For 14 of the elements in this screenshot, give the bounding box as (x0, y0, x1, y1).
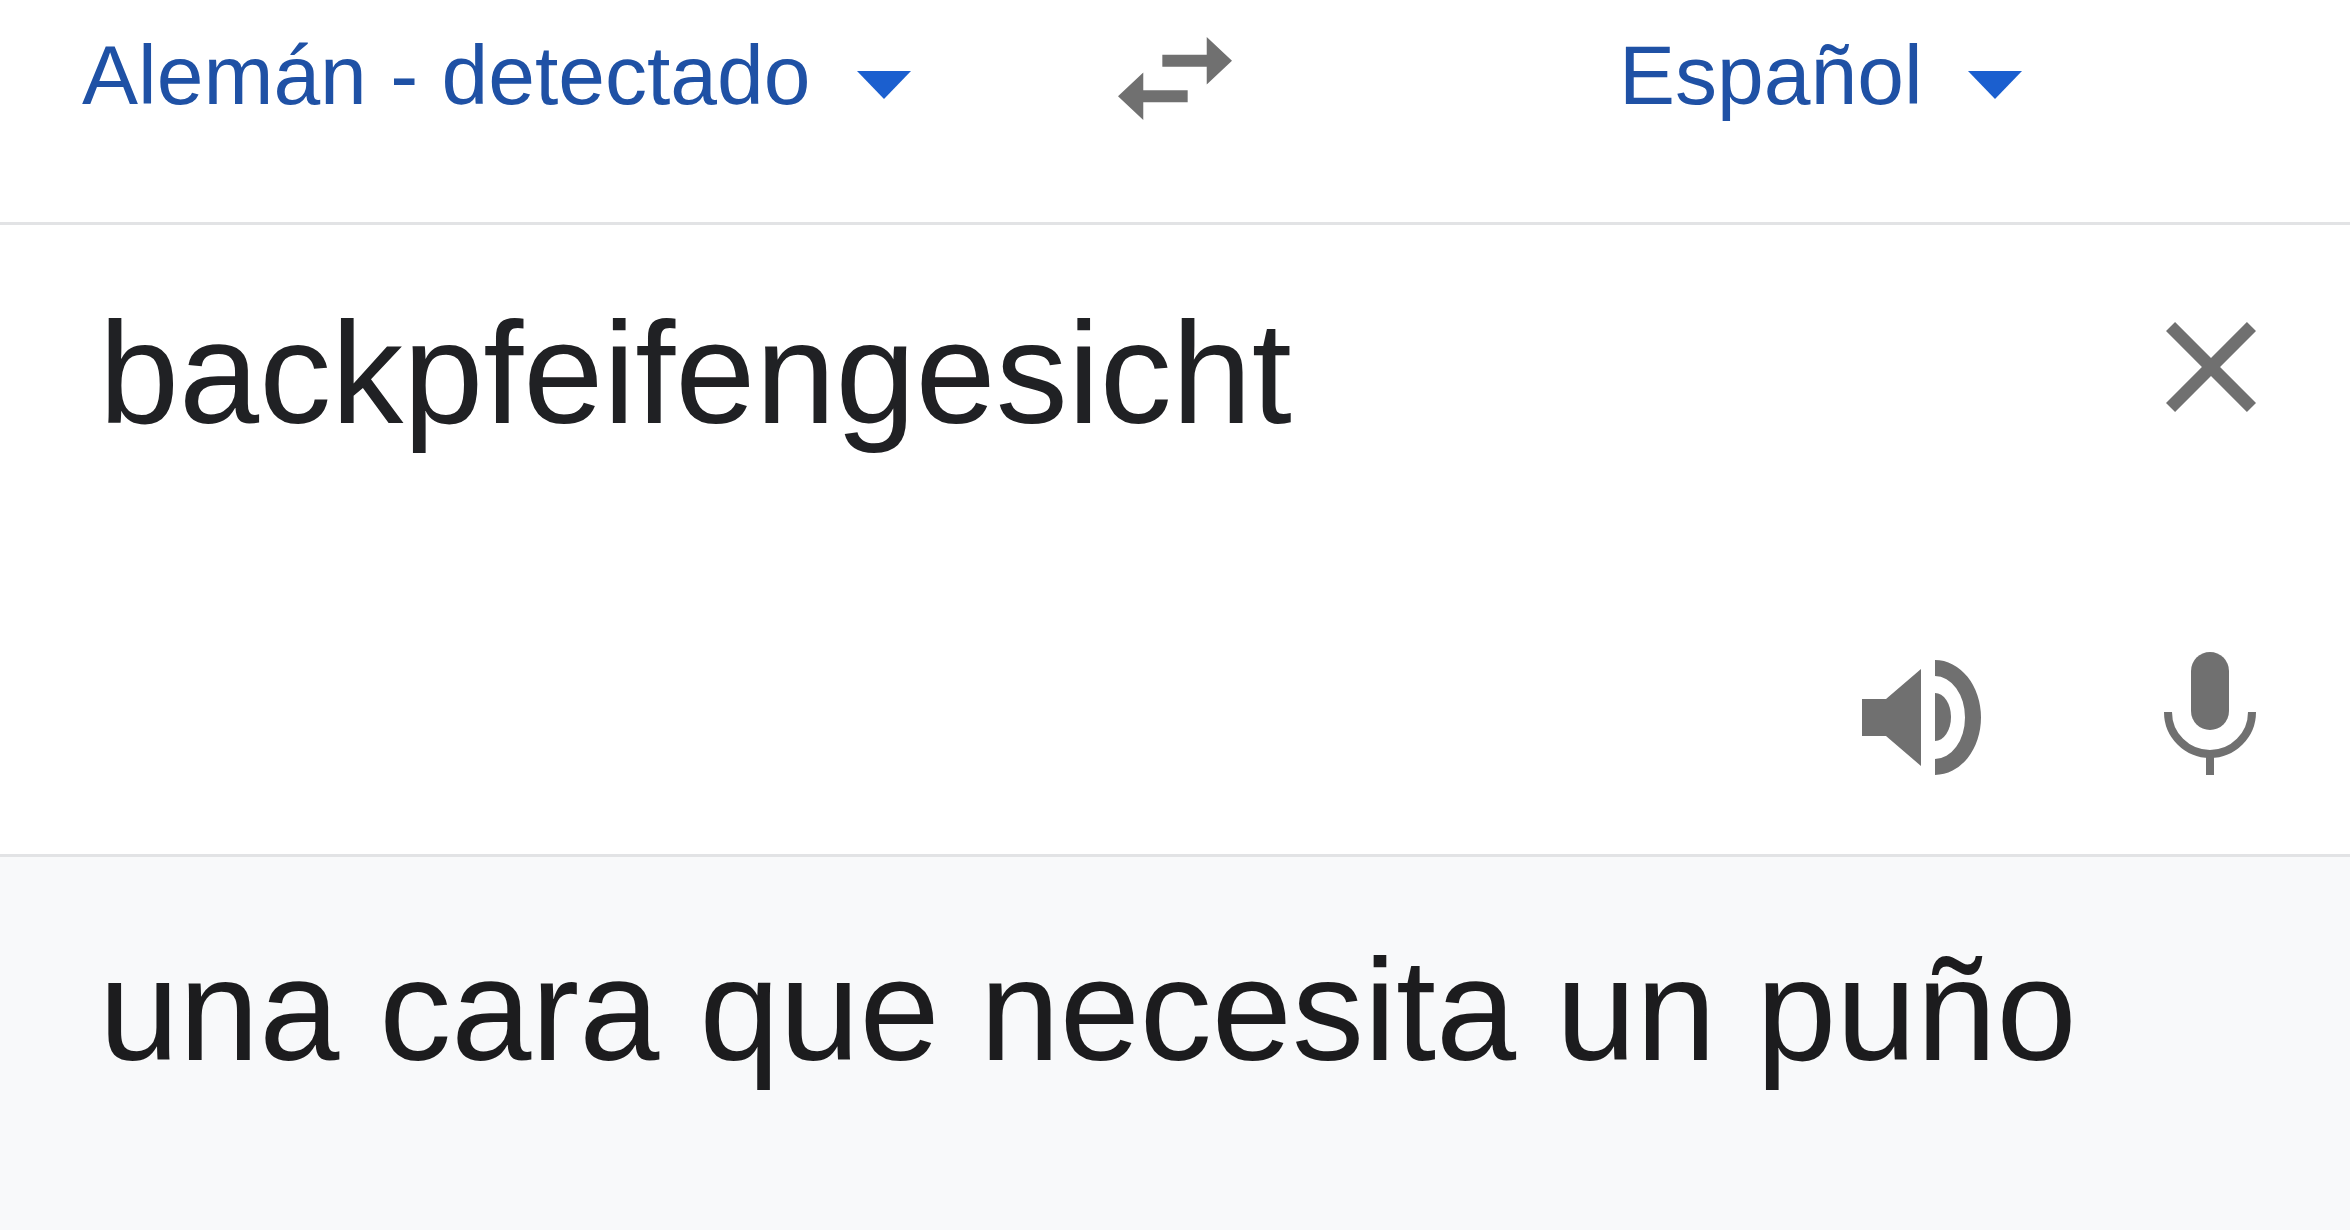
caret-icon (857, 71, 912, 100)
target-language-button[interactable]: Español (1619, 27, 2022, 124)
source-text-field[interactable]: backpfeifengesicht (99, 291, 2126, 457)
source-language-button[interactable]: Alemán - detectado (82, 27, 912, 124)
swap-arrows-icon (1118, 37, 1232, 120)
close-button[interactable] (2166, 322, 2256, 412)
swap-languages-button[interactable] (1118, 37, 1232, 120)
caret-icon (1967, 71, 2022, 100)
microphone-button[interactable] (2164, 652, 2256, 775)
translation-text: una cara que necesita un puño (99, 929, 2077, 1093)
close-icon (2166, 322, 2256, 412)
speaker-icon (1862, 660, 1981, 775)
microphone-icon (2164, 652, 2256, 775)
listen-button[interactable] (1862, 660, 1981, 775)
